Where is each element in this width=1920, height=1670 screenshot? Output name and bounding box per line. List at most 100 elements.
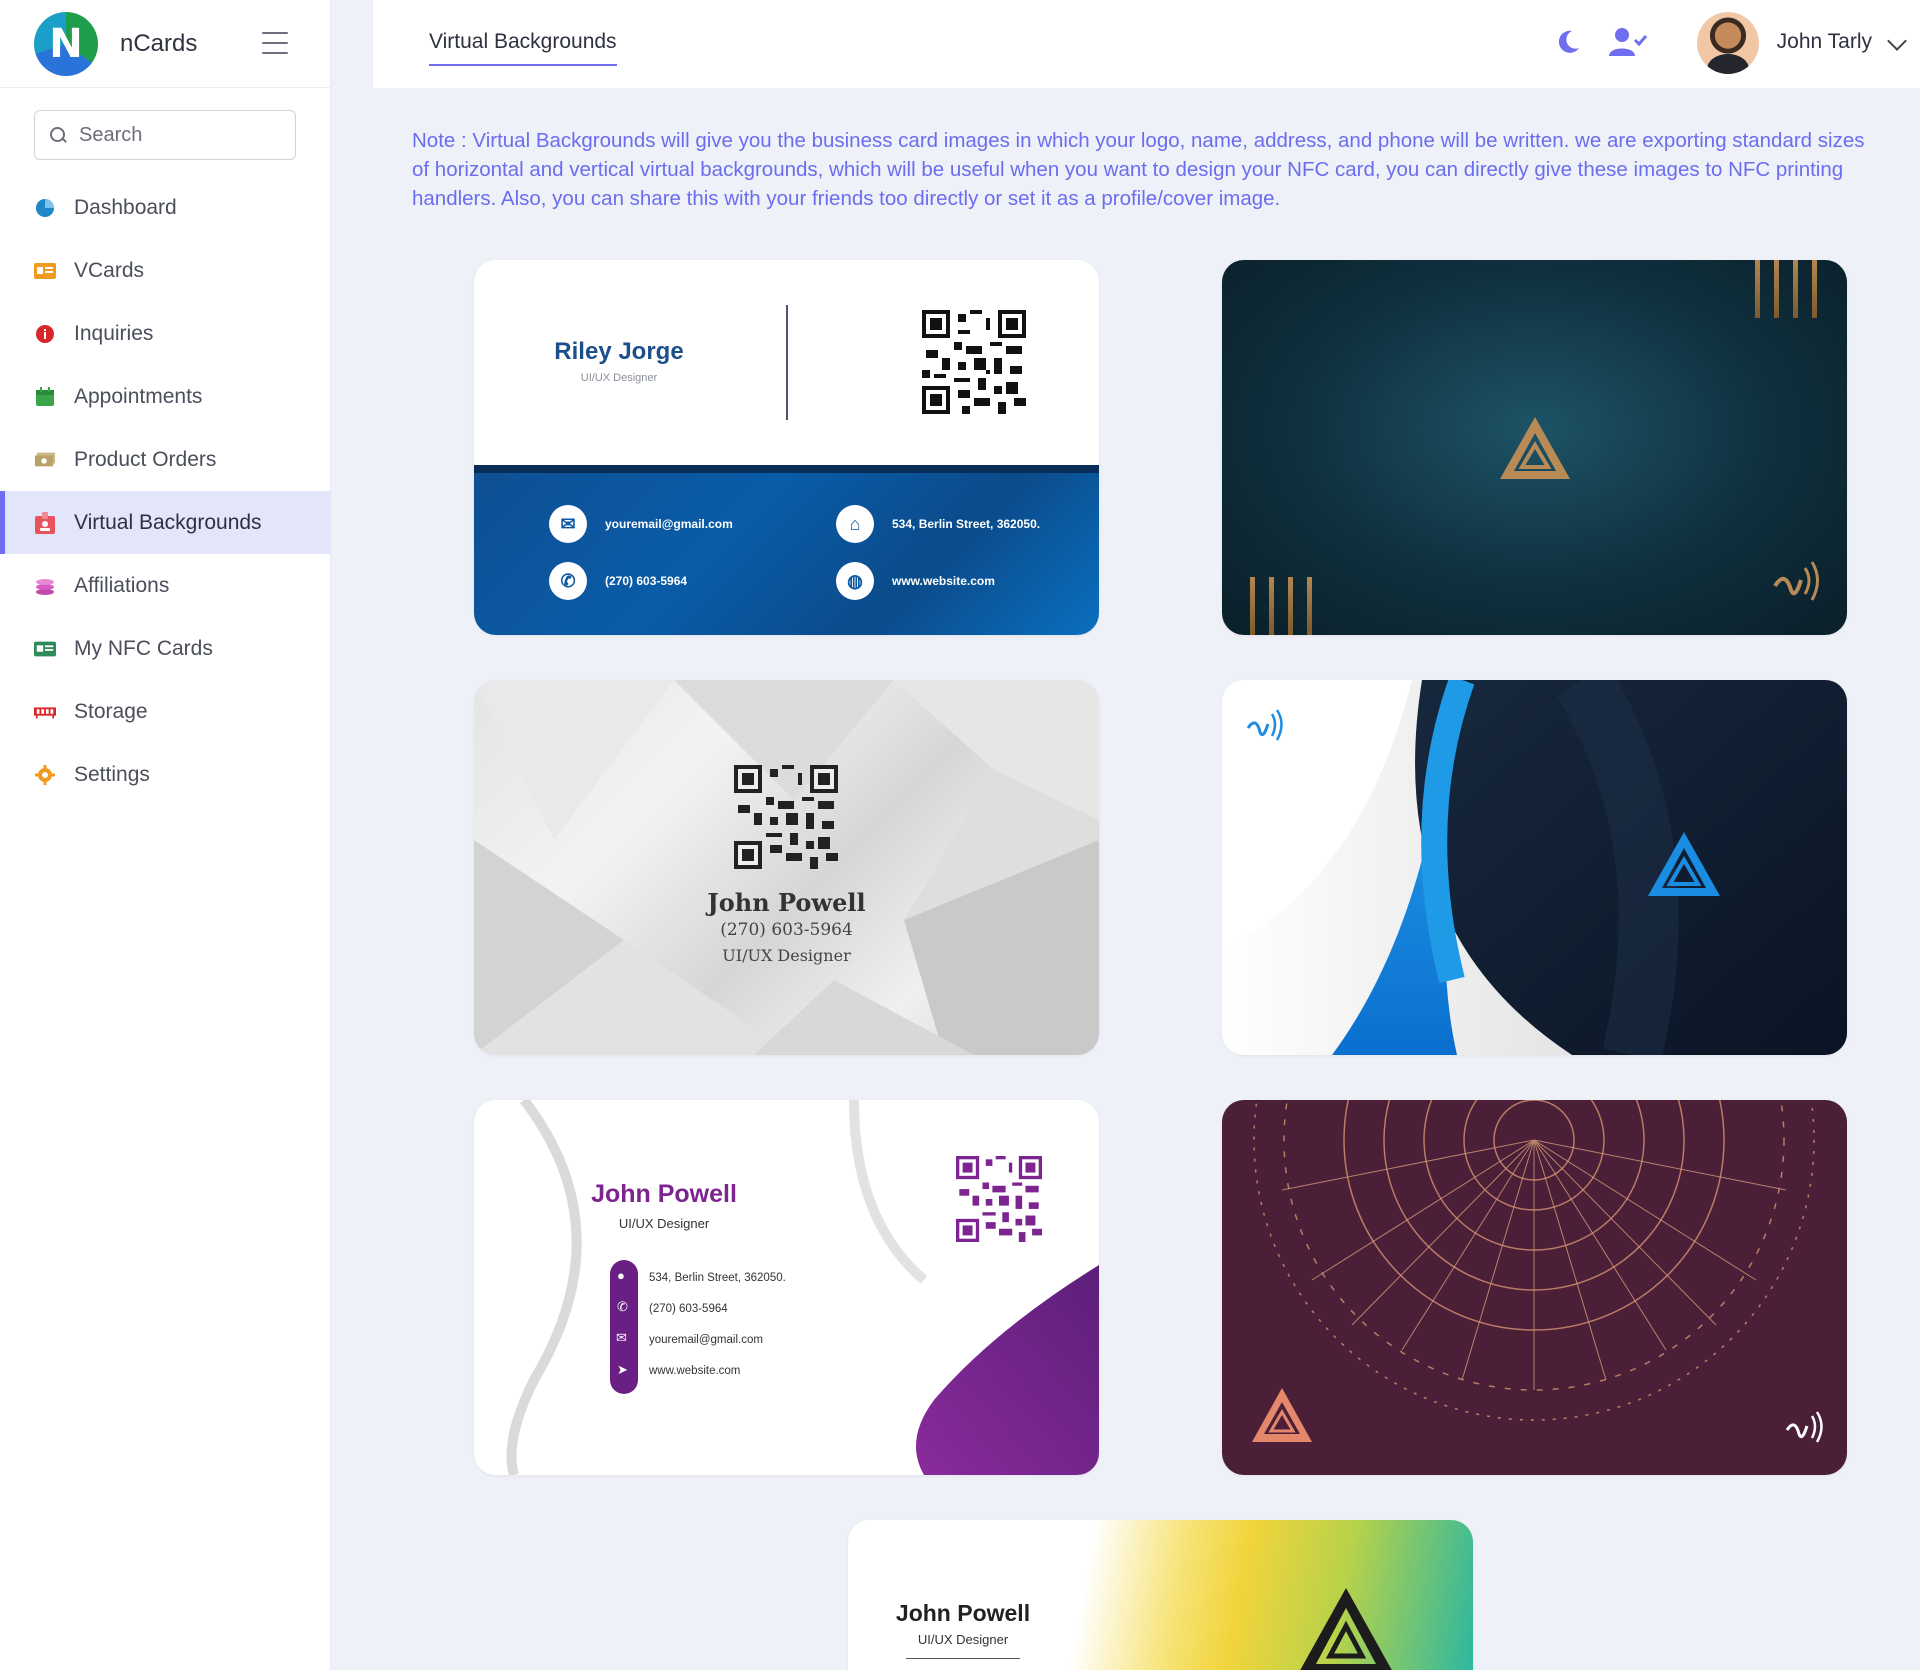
sidebar-item-label: Settings [74, 762, 150, 786]
calendar-icon [34, 386, 56, 408]
triangle-logo-icon [1250, 1386, 1314, 1449]
sidebar-item-dashboard[interactable]: Dashboard [0, 176, 331, 239]
search-icon [49, 126, 67, 144]
website-text: www.website.com [649, 1365, 741, 1377]
pointer-icon: ➤ [617, 1362, 628, 1377]
curve-shapes [1222, 680, 1847, 1055]
sidebar-item-affiliations[interactable]: Affiliations [0, 554, 331, 617]
globe-icon: ◍ [836, 562, 874, 600]
sidebar: N nCards Dashboard VCards Inquiries [0, 0, 331, 1670]
email-text: youremail@gmail.com [649, 1334, 763, 1346]
virtual-background-card-7[interactable]: John Powell UI/UX Designer [848, 1520, 1473, 1670]
card-name: John Powell [591, 1180, 737, 1208]
app-name: nCards [120, 29, 198, 57]
card-title: UI/UX Designer [580, 372, 658, 384]
website-text: www.website.com [892, 574, 995, 588]
id-card-icon [34, 260, 56, 282]
app-logo[interactable]: N [34, 11, 98, 76]
sidebar-item-appointments[interactable]: Appointments [0, 365, 331, 428]
qr-code-icon [922, 310, 1026, 414]
info-note: Note : Virtual Backgrounds will give you… [412, 129, 1865, 210]
phone-text: (270) 603-5964 [649, 1303, 728, 1315]
divider [786, 305, 788, 420]
menu-toggle-icon[interactable] [262, 32, 288, 54]
virtual-background-card-6[interactable] [1222, 1100, 1847, 1475]
sidebar-item-storage[interactable]: Storage [0, 680, 331, 743]
card-name: John Powell [895, 1600, 1031, 1626]
address-text: 534, Berlin Street, 362050. [892, 517, 1041, 531]
location-pin-icon: ● [617, 1268, 625, 1283]
gold-bars-bottom [1250, 577, 1312, 635]
sidebar-item-label: My NFC Cards [74, 636, 213, 660]
user-check-icon[interactable] [1608, 26, 1648, 60]
phone-icon: ✆ [617, 1299, 628, 1314]
phone-row: ✆ (270) 603-5964 [549, 562, 687, 600]
sidebar-item-my-nfc-cards[interactable]: My NFC Cards [0, 617, 331, 680]
nfc-icon [1785, 1410, 1825, 1449]
search-input[interactable] [79, 123, 279, 147]
virtual-background-card-3[interactable]: John Powell (270) 603-5964 UI/UX Designe… [474, 680, 1099, 1055]
virtual-background-card-1[interactable]: Riley Jorge UI/UX Designer ✉ youremail@g… [474, 260, 1099, 635]
sidebar-item-product-orders[interactable]: Product Orders [0, 428, 331, 491]
info-icon [34, 323, 56, 345]
sidebar-item-label: Affiliations [74, 573, 170, 597]
card-name: Riley Jorge [554, 338, 684, 365]
sidebar-item-label: Inquiries [74, 321, 154, 345]
triangle-logo-icon [1296, 1586, 1396, 1670]
sidebar-item-label: Dashboard [74, 195, 177, 219]
nfc-icon [1771, 560, 1821, 607]
card-name: John Powell [707, 888, 866, 917]
pie-chart-icon [34, 197, 56, 219]
sidebar-item-label: Virtual Backgrounds [74, 510, 262, 534]
top-bar: Virtual Backgrounds John Tarly [373, 0, 1920, 88]
sidebar-item-inquiries[interactable]: Inquiries [0, 302, 331, 365]
sidebar-item-virtual-backgrounds[interactable]: Virtual Backgrounds [0, 491, 331, 554]
sidebar-item-settings[interactable]: Settings [0, 743, 331, 806]
gold-bars-top [1755, 260, 1817, 318]
triangle-logo-icon [1498, 415, 1572, 486]
logo-letter: N [49, 20, 83, 67]
user-name[interactable]: John Tarly [1777, 30, 1872, 54]
triangle-logo-icon [1646, 830, 1722, 903]
virtual-background-card-2[interactable] [1222, 260, 1847, 635]
phone-text: (270) 603-5964 [605, 574, 688, 588]
card-title: UI/UX Designer [722, 946, 851, 965]
sidebar-item-label: Product Orders [74, 447, 217, 471]
qr-code-icon [956, 1156, 1042, 1247]
chevron-down-icon[interactable] [1887, 31, 1907, 51]
memory-icon [34, 701, 56, 723]
card-title: UI/UX Designer [618, 1216, 710, 1231]
coins-icon [34, 575, 56, 597]
mail-icon: ✉ [616, 1330, 627, 1345]
search-box[interactable] [34, 110, 296, 160]
mail-icon: ✉ [549, 505, 587, 543]
email-text: youremail@gmail.com [605, 517, 733, 531]
card-phone: (270) 603-5964 [720, 920, 853, 940]
contact-band: ✉ youremail@gmail.com ✆ (270) 603-5964 ⌂… [474, 465, 1099, 635]
sidebar-item-label: Storage [74, 699, 148, 723]
avatar[interactable] [1697, 12, 1759, 74]
card-title: UI/UX Designer [917, 1632, 1009, 1647]
tab-virtual-backgrounds[interactable]: Virtual Backgrounds [429, 30, 617, 66]
phone-icon: ✆ [549, 562, 587, 600]
nfc-card-icon [34, 638, 56, 660]
brand: N nCards [0, 0, 330, 88]
money-icon [34, 449, 56, 471]
gear-icon [34, 764, 56, 786]
dark-mode-moon-icon[interactable] [1554, 28, 1582, 56]
email-row: ✉ youremail@gmail.com [549, 505, 733, 543]
address-text: 534, Berlin Street, 362050. [649, 1272, 786, 1284]
nfc-icon [1246, 708, 1284, 747]
badge-icon [34, 511, 56, 534]
mandala-pattern [1253, 1100, 1815, 1421]
home-icon: ⌂ [836, 505, 874, 543]
virtual-background-card-5[interactable]: John Powell UI/UX Designer ● ✆ ✉ ➤ 534, … [474, 1100, 1099, 1475]
sidebar-item-label: Appointments [74, 384, 203, 408]
address-row: ⌂ 534, Berlin Street, 362050. [836, 505, 1040, 543]
sidebar-item-vcards[interactable]: VCards [0, 239, 331, 302]
sidebar-item-label: VCards [74, 258, 145, 282]
divider [906, 1658, 1020, 1659]
qr-code-icon [734, 765, 838, 874]
sidebar-nav: Dashboard VCards Inquiries Appointments … [0, 176, 331, 806]
virtual-background-card-4[interactable] [1222, 680, 1847, 1055]
